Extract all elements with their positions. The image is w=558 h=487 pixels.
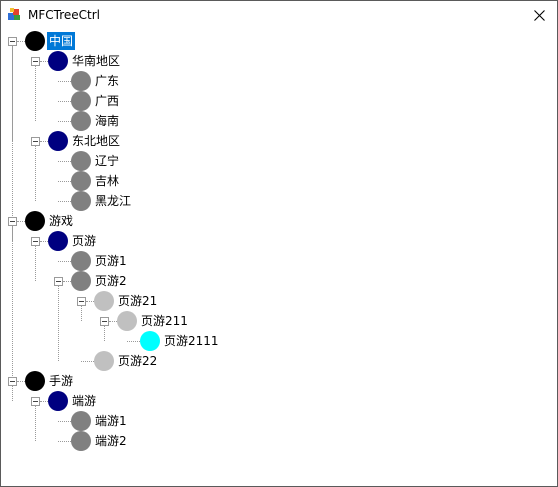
tree-item[interactable]: 游戏 [1,211,281,231]
tree-item-label: 黑龙江 [95,194,132,208]
tree-item-label: 广东 [95,74,120,88]
tree-item-label: 页游2 [95,274,127,288]
tree-item[interactable]: 海南 [1,111,281,131]
tree-item[interactable]: 页游1 [1,251,281,271]
tree-item-label: 东北地区 [72,134,121,148]
node-circle-icon [25,31,45,51]
node-circle-icon [94,351,114,371]
app-window: MFCTreeCtrl 中国华南地区广东广西海南东北地区辽宁吉林黑龙江游戏页游页… [0,0,558,487]
tree-item[interactable]: 页游2111 [1,331,281,351]
close-button[interactable] [521,1,557,29]
tree-item-label: 端游1 [95,414,127,428]
tree-item[interactable]: 页游 [1,231,281,251]
tree-item-label: 海南 [95,114,120,128]
node-circle-icon [48,391,68,411]
node-circle-icon [71,411,91,431]
close-icon [533,9,545,21]
tree-item-label: 页游2111 [164,334,219,348]
node-circle-icon [94,291,114,311]
tree-item[interactable]: 端游1 [1,411,281,431]
tree-item-label: 端游2 [95,434,127,448]
node-circle-icon [25,371,45,391]
tree-item[interactable]: 辽宁 [1,151,281,171]
tree-item[interactable]: 东北地区 [1,131,281,151]
node-circle-icon [48,51,68,71]
tree-item[interactable]: 手游 [1,371,281,391]
node-circle-icon [117,311,137,331]
tree-item[interactable]: 端游 [1,391,281,411]
tree-item[interactable]: 中国 [1,31,281,51]
tree-item[interactable]: 广西 [1,91,281,111]
tree-item[interactable]: 广东 [1,71,281,91]
tree-item-label: 辽宁 [95,154,120,168]
node-circle-icon [71,171,91,191]
node-circle-icon [25,211,45,231]
node-circle-icon [48,131,68,151]
tree-item-label: 页游211 [141,314,188,328]
title-bar[interactable]: MFCTreeCtrl [1,1,557,29]
tree-item-label: 页游 [72,234,97,248]
tree-item-label: 端游 [72,394,97,408]
node-circle-icon [140,331,160,351]
node-circle-icon [71,271,91,291]
tree-item[interactable]: 页游21 [1,291,281,311]
tree-item-label: 页游21 [118,294,158,308]
tree-item[interactable]: 吉林 [1,171,281,191]
node-circle-icon [71,91,91,111]
node-circle-icon [48,231,68,251]
tree-item[interactable]: 端游2 [1,431,281,451]
window-title: MFCTreeCtrl [28,8,100,22]
tree-item[interactable]: 页游211 [1,311,281,331]
tree-item-label: 华南地区 [72,54,121,68]
node-circle-icon [71,431,91,451]
mfc-app-icon [8,8,20,20]
node-circle-icon [71,251,91,271]
tree-item-label: 广西 [95,94,120,108]
tree-item-label: 页游1 [95,254,127,268]
tree-item[interactable]: 黑龙江 [1,191,281,211]
tree-item[interactable]: 页游22 [1,351,281,371]
node-circle-icon [71,111,91,131]
node-circle-icon [71,71,91,91]
node-circle-icon [71,151,91,171]
tree-item-label: 吉林 [95,174,120,188]
tree-item-label: 手游 [49,374,74,388]
tree-item-label: 页游22 [118,354,158,368]
tree-view[interactable]: 中国华南地区广东广西海南东北地区辽宁吉林黑龙江游戏页游页游1 页游2 页游21 页游2… [1,29,557,485]
node-circle-icon [71,191,91,211]
tree-item[interactable]: 华南地区 [1,51,281,71]
tree-item[interactable]: 页游2 [1,271,281,291]
tree-item-label: 游戏 [49,214,74,228]
tree-item-label: 中国 [47,32,76,50]
